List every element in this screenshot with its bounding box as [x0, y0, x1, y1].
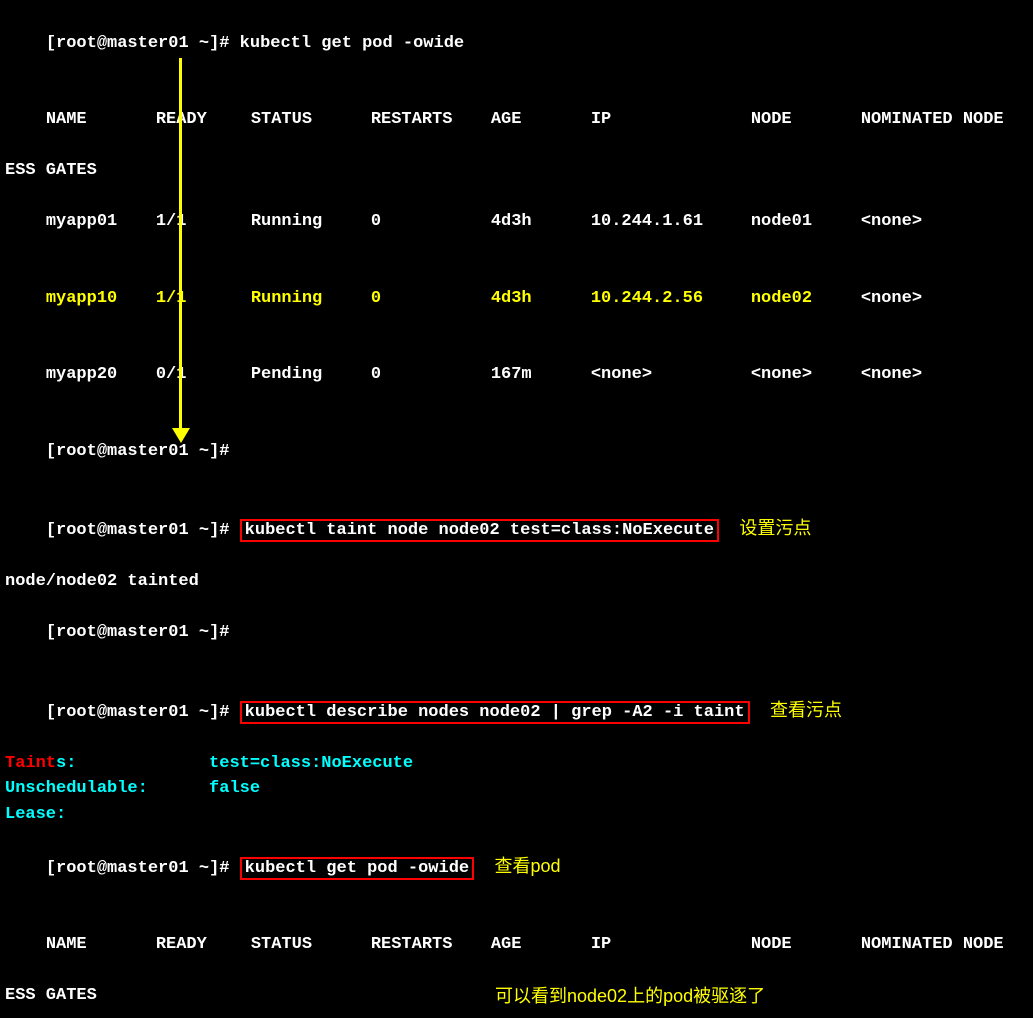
prompt-line-1: [root@master01 ~]# kubectl get pod -owid… [5, 5, 1028, 82]
table-header-1: NAMEREADYSTATUSRESTARTSAGEIPNODENOMINATE… [5, 82, 1028, 159]
command-get-pod-1: kubectl get pod -owide [240, 34, 464, 53]
annotation-set-taint: 设置污点 [739, 518, 811, 538]
annotation-evicted: 可以看到node02上的pod被驱逐了 [495, 983, 765, 1010]
terminal-output: [root@master01 ~]# kubectl get pod -owid… [5, 5, 1028, 1018]
describe-lease-line: Lease: [5, 802, 1028, 828]
prompt-line-empty-2: [root@master01 ~]# [5, 595, 1028, 672]
taint-output: node/node02 tainted [5, 569, 1028, 595]
table-row: myapp011/1Running04d3h10.244.1.61node01<… [5, 184, 1028, 261]
table-row: myapp011/1Running04d3h10.244.1.61node01<… [5, 1009, 1028, 1018]
table-row-highlighted: myapp101/1Running04d3h10.244.2.56node02<… [5, 260, 1028, 337]
command-taint: kubectl taint node node02 test=class:NoE… [240, 519, 719, 542]
prompt-line-describe: [root@master01 ~]# kubectl describe node… [5, 671, 1028, 751]
command-get-pod-2: kubectl get pod -owide [240, 857, 474, 880]
table-header-ess-2: ESS GATES可以看到node02上的pod被驱逐了 [5, 983, 1028, 1009]
table-header-ess: ESS GATES [5, 158, 1028, 184]
table-row: myapp200/1Pending0167m<none><none><none> [5, 337, 1028, 414]
describe-unschedulable-line: Unschedulable: false [5, 776, 1028, 802]
prompt-line-empty-1: [root@master01 ~]# [5, 413, 1028, 490]
arrow-head-icon [172, 428, 190, 443]
annotation-view-pod: 查看pod [495, 856, 561, 876]
command-describe: kubectl describe nodes node02 | grep -A2… [240, 701, 750, 724]
describe-taints-line: Taints: test=class:NoExecute [5, 751, 1028, 777]
arrow-line-icon [179, 58, 182, 431]
prompt-line-get-pod-2: [root@master01 ~]# kubectl get pod -owid… [5, 827, 1028, 907]
prompt-line-taint: [root@master01 ~]# kubectl taint node no… [5, 490, 1028, 570]
annotation-view-taint: 查看污点 [770, 700, 842, 720]
table-header-2: NAMEREADYSTATUSRESTARTSAGEIPNODENOMINATE… [5, 907, 1028, 984]
